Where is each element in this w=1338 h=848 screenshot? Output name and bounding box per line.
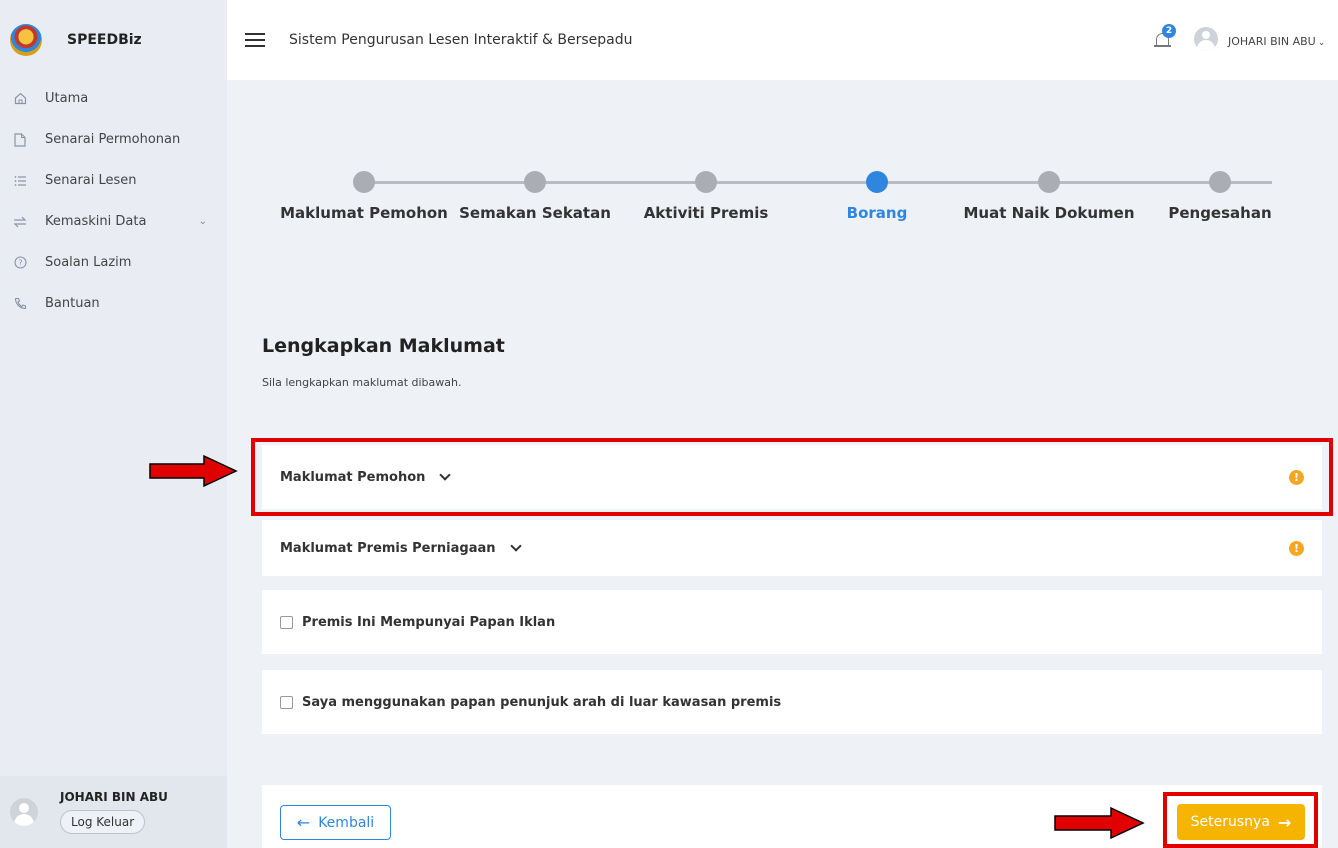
brand[interactable]: SPEEDBiz (0, 0, 227, 80)
step-pengesahan[interactable]: Pengesahan (1130, 171, 1310, 222)
step-dot (353, 171, 375, 193)
sidebar-item-kemaskini-data[interactable]: Kemaskini Data ⌄ (0, 201, 227, 242)
chevron-down-icon: ⌄ (1317, 38, 1326, 48)
sidebar-item-label: Senarai Lesen (45, 173, 137, 188)
warning-icon: ! (1289, 540, 1304, 556)
annotation-arrow-icon (1054, 806, 1145, 840)
annotation-arrow-icon (149, 454, 238, 488)
help-icon: ? (13, 256, 27, 270)
checkbox-label[interactable]: Premis Ini Mempunyai Papan Iklan (302, 615, 555, 630)
section-title: Lengkapkan Maklumat (262, 335, 505, 357)
step-dot (524, 171, 546, 193)
document-icon (13, 132, 27, 147)
accordion-maklumat-premis-perniagaan[interactable]: Maklumat Premis Perniagaan ! (262, 520, 1322, 576)
step-label: Pengesahan (1168, 204, 1272, 222)
list-icon (13, 174, 27, 188)
checkbox-row-papan-penunjuk-arah: Saya menggunakan papan penunjuk arah di … (262, 670, 1322, 734)
step-muat-naik-dokumen[interactable]: Muat Naik Dokumen (959, 171, 1139, 222)
step-label: Semakan Sekatan (459, 204, 611, 222)
sync-icon (13, 215, 27, 229)
sidebar-item-label: Utama (45, 91, 89, 106)
sidebar: SPEEDBiz Utama Senarai Permohonan Senara… (0, 0, 227, 848)
user-menu[interactable]: JOHARI BIN ABU ⌄ (1228, 35, 1325, 48)
sidebar-item-bantuan[interactable]: Bantuan (0, 283, 227, 324)
sidebar-user-panel: JOHARI BIN ABU Log Keluar (0, 776, 227, 848)
bell-icon[interactable]: 2 (1154, 24, 1176, 50)
phone-icon (13, 297, 27, 311)
avatar (10, 798, 38, 826)
logout-button[interactable]: Log Keluar (60, 810, 146, 834)
brand-logo (10, 24, 42, 56)
checkbox-label[interactable]: Saya menggunakan papan penunjuk arah di … (302, 695, 781, 710)
sidebar-user-info: JOHARI BIN ABU Log Keluar (60, 790, 168, 834)
step-label: Borang (846, 204, 908, 222)
section-subtitle: Sila lengkapkan maklumat dibawah. (262, 376, 462, 389)
sidebar-item-senarai-lesen[interactable]: Senarai Lesen (0, 160, 227, 201)
sidebar-item-label: Soalan Lazim (45, 255, 132, 270)
chevron-down-icon: ⌄ (198, 216, 207, 227)
sidebar-item-senarai-permohonan[interactable]: Senarai Permohonan (0, 119, 227, 160)
checkbox-row-papan-iklan: Premis Ini Mempunyai Papan Iklan (262, 590, 1322, 654)
sidebar-user-name: JOHARI BIN ABU (60, 790, 168, 804)
checkbox-papan-iklan[interactable] (280, 615, 293, 629)
step-dot (1209, 171, 1231, 193)
user-menu-name: JOHARI BIN ABU (1228, 35, 1316, 48)
step-label: Maklumat Pemohon (280, 204, 448, 222)
step-label: Muat Naik Dokumen (963, 204, 1135, 222)
page-title: Sistem Pengurusan Lesen Interaktif & Ber… (289, 32, 633, 48)
step-semakan-sekatan[interactable]: Semakan Sekatan (445, 171, 625, 222)
top-bar: Sistem Pengurusan Lesen Interaktif & Ber… (227, 0, 1338, 80)
annotation-highlight-box (251, 438, 1333, 516)
arrow-left-icon: ← (296, 813, 311, 832)
sidebar-item-label: Senarai Permohonan (45, 132, 181, 147)
progress-stepper: Maklumat Pemohon Semakan Sekatan Aktivit… (262, 165, 1322, 235)
sidebar-item-utama[interactable]: Utama (0, 78, 227, 119)
step-dot (695, 171, 717, 193)
sidebar-nav: Utama Senarai Permohonan Senarai Lesen K… (0, 78, 227, 324)
step-borang[interactable]: Borang (787, 171, 967, 222)
sidebar-item-label: Bantuan (45, 296, 100, 311)
sidebar-item-soalan-lazim[interactable]: ? Soalan Lazim (0, 242, 227, 283)
accordion-title: Maklumat Premis Perniagaan (280, 540, 496, 556)
checkbox-papan-penunjuk-arah[interactable] (280, 695, 293, 709)
chevron-down-icon (509, 539, 522, 552)
back-button[interactable]: ← Kembali (280, 805, 391, 840)
sidebar-item-label: Kemaskini Data (45, 214, 147, 229)
back-button-label: Kembali (318, 814, 375, 831)
menu-icon[interactable] (245, 33, 265, 47)
step-dot (1038, 171, 1060, 193)
avatar[interactable] (1194, 27, 1218, 51)
brand-name: SPEEDBiz (67, 32, 142, 48)
step-label: Aktiviti Premis (643, 204, 769, 222)
step-dot-active (866, 171, 888, 193)
notification-badge: 2 (1162, 24, 1176, 38)
svg-text:?: ? (18, 259, 22, 268)
annotation-highlight-box (1163, 792, 1318, 848)
home-icon (13, 92, 27, 106)
step-maklumat-pemohon[interactable]: Maklumat Pemohon (274, 171, 454, 222)
step-aktiviti-premis[interactable]: Aktiviti Premis (616, 171, 796, 222)
